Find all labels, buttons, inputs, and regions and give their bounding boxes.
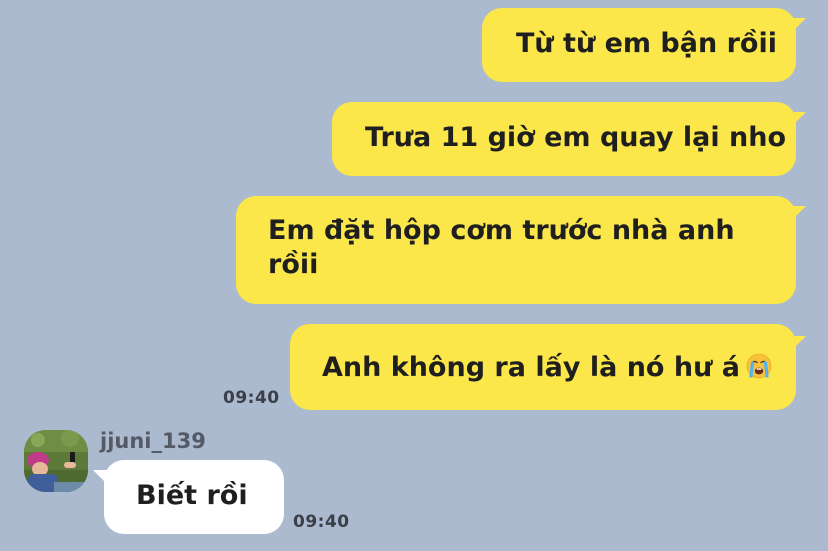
message-text: Từ từ em bận rồii: [516, 28, 777, 59]
incoming-message-bubble[interactable]: Biết rồi: [104, 460, 284, 534]
chat-thread: Từ từ em bận rồii Trưa 11 giờ em quay lạ…: [0, 0, 828, 551]
avatar[interactable]: [24, 430, 88, 492]
outgoing-message-bubble[interactable]: Từ từ em bận rồii: [482, 8, 796, 82]
bubble-tail: [792, 112, 806, 126]
avatar-photo: [24, 430, 88, 492]
outgoing-message-bubble[interactable]: Anh không ra lấy là nó hư á: [290, 324, 796, 410]
message-text: Biết rồi: [136, 480, 248, 511]
sender-username[interactable]: jjuni_139: [100, 429, 206, 453]
bubble-tail: [792, 18, 806, 32]
message-timestamp: 09:40: [223, 388, 280, 408]
message-text-row: Anh không ra lấy là nó hư á: [322, 351, 796, 385]
outgoing-message-bubble[interactable]: Trưa 11 giờ em quay lại nho: [332, 102, 796, 176]
bubble-tail: [792, 336, 806, 350]
bubble-tail: [792, 206, 806, 220]
message-text: Em đặt hộp cơm trước nhà anh rồii: [268, 215, 735, 280]
message-text: Trưa 11 giờ em quay lại nho: [365, 122, 787, 153]
loudly-crying-face-icon: [746, 353, 772, 379]
message-text: Anh không ra lấy là nó hư á: [322, 352, 740, 383]
bubble-tail: [93, 470, 107, 484]
outgoing-message-bubble[interactable]: Em đặt hộp cơm trước nhà anh rồii: [236, 196, 796, 304]
message-timestamp: 09:40: [293, 512, 350, 532]
